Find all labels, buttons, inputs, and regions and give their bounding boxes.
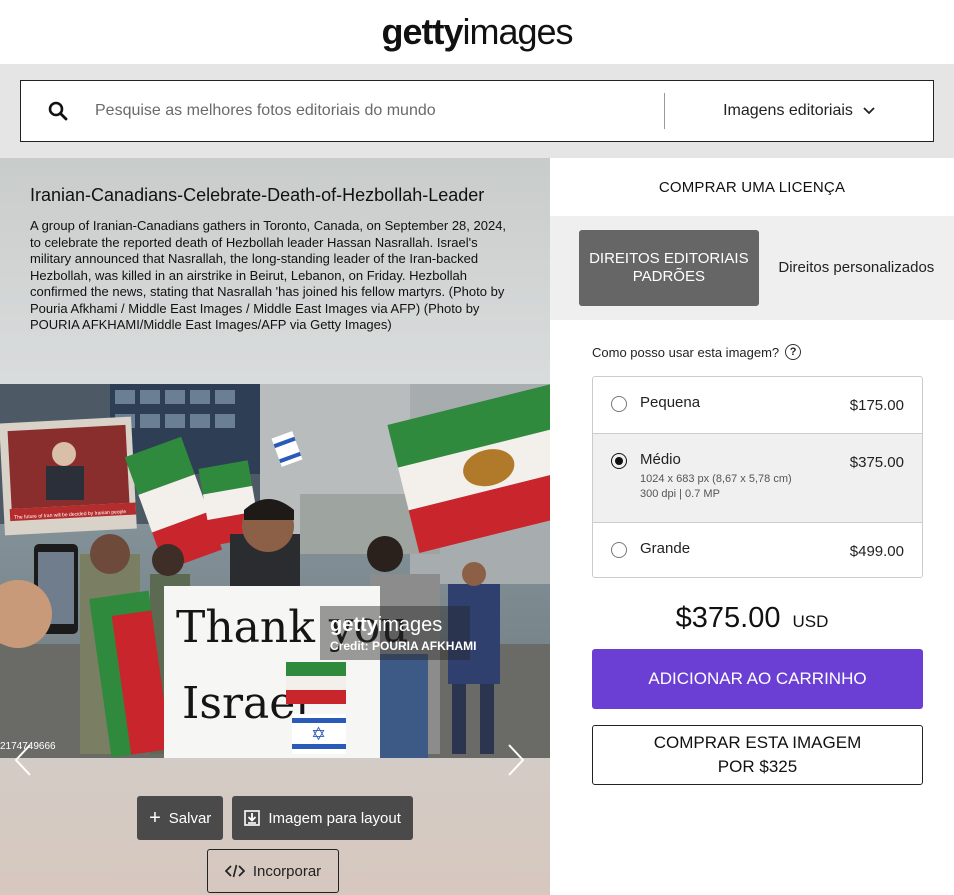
tab-standard-editorial-rights[interactable]: DIREITOS EDITORIAIS PADRÕES: [579, 230, 759, 306]
plus-icon: +: [149, 807, 161, 829]
size-resolution: 300 dpi | 0.7 MP: [640, 488, 720, 500]
layout-image-button[interactable]: Imagem para layout: [232, 796, 413, 840]
watermark-bold: getty: [330, 614, 379, 636]
radio-medium[interactable]: [611, 453, 627, 469]
size-option-body: Grande: [640, 540, 850, 557]
watermark-light: images: [378, 614, 442, 636]
license-panel: COMPRAR UMA LICENÇA DIREITOS EDITORIAIS …: [550, 158, 954, 895]
embed-button[interactable]: Incorporar: [207, 849, 339, 893]
site-header: gettyimages: [0, 0, 954, 64]
code-icon: [224, 864, 245, 878]
embed-label: Incorporar: [252, 862, 322, 880]
save-button[interactable]: + Salvar: [137, 796, 224, 840]
size-price: $175.00: [849, 397, 904, 414]
size-option-large[interactable]: Grande $499.00: [593, 522, 922, 577]
radio-large[interactable]: [611, 542, 627, 558]
editorial-photo[interactable]: The future of Iran will be decided by Ir…: [0, 384, 550, 758]
size-name: Médio: [640, 451, 681, 468]
total-price: $375.00 USD: [550, 602, 954, 635]
image-type-dropdown[interactable]: Imagens editoriais: [665, 102, 933, 120]
add-to-cart-button[interactable]: ADICIONAR AO CARRINHO: [592, 649, 923, 709]
buy-image-button[interactable]: COMPRAR ESTA IMAGEM POR $325: [592, 725, 923, 785]
size-options: Pequena $175.00 Médio 1024 x 683 px (8,6…: [592, 376, 923, 578]
size-price: $499.00: [849, 543, 904, 560]
usage-question: Como posso usar esta imagem? ?: [592, 344, 954, 360]
download-icon: [244, 810, 261, 826]
search-band: Imagens editoriais: [0, 64, 954, 158]
image-type-label: Imagens editoriais: [723, 102, 853, 119]
usage-question-text: Como posso usar esta imagem?: [592, 344, 780, 360]
tab-custom-rights[interactable]: Direitos personalizados: [759, 259, 954, 277]
image-description: A group of Iranian-Canadians gathers in …: [30, 218, 507, 332]
size-option-medium[interactable]: Médio 1024 x 683 px (8,67 x 5,78 cm) 300…: [593, 433, 922, 522]
svg-text:✡: ✡: [311, 724, 326, 745]
svg-text:gettyimages: gettyimages: [330, 614, 442, 636]
size-name: Pequena: [640, 394, 701, 411]
radio-small[interactable]: [611, 396, 627, 412]
layout-image-label: Imagem para layout: [268, 809, 401, 827]
buy-license-title: COMPRAR UMA LICENÇA: [658, 178, 846, 196]
rights-tabs: DIREITOS EDITORIAIS PADRÕES Direitos per…: [550, 216, 954, 320]
size-option-body: Pequena: [640, 394, 850, 411]
image-title: Iranian-Canadians-Celebrate-Death-of-Hez…: [30, 185, 485, 205]
previous-arrow-icon[interactable]: [12, 743, 34, 777]
size-price: $375.00: [849, 454, 904, 471]
image-panel: Iranian-Canadians-Celebrate-Death-of-Hez…: [0, 158, 550, 895]
main-content: Iranian-Canadians-Celebrate-Death-of-Hez…: [0, 158, 954, 895]
search-icon[interactable]: [21, 101, 95, 121]
total-amount: $375.00: [675, 602, 781, 634]
getty-logo[interactable]: gettyimages: [381, 11, 573, 53]
size-dimensions: 1024 x 683 px (8,67 x 5,78 cm): [640, 473, 792, 485]
currency: USD: [792, 612, 829, 631]
save-label: Salvar: [168, 809, 212, 827]
size-option-body: Médio 1024 x 683 px (8,67 x 5,78 cm) 300…: [640, 451, 850, 502]
search-bar: Imagens editoriais: [20, 80, 934, 142]
photo-illustration: The future of Iran will be decided by Ir…: [0, 384, 550, 758]
logo-light-text: images: [462, 11, 573, 52]
help-icon[interactable]: ?: [785, 344, 802, 360]
size-option-small[interactable]: Pequena $175.00: [593, 377, 922, 433]
photo-credit: Credit: POURIA AFKHAMI: [330, 639, 476, 653]
image-actions: + Salvar Imagem para layout: [0, 796, 550, 840]
chevron-down-icon: [863, 107, 875, 115]
search-input[interactable]: [95, 81, 664, 141]
size-name: Grande: [640, 540, 691, 557]
caption-area: Iranian-Canadians-Celebrate-Death-of-Hez…: [0, 158, 550, 384]
next-arrow-icon[interactable]: [505, 743, 527, 777]
logo-bold-text: getty: [381, 11, 463, 52]
